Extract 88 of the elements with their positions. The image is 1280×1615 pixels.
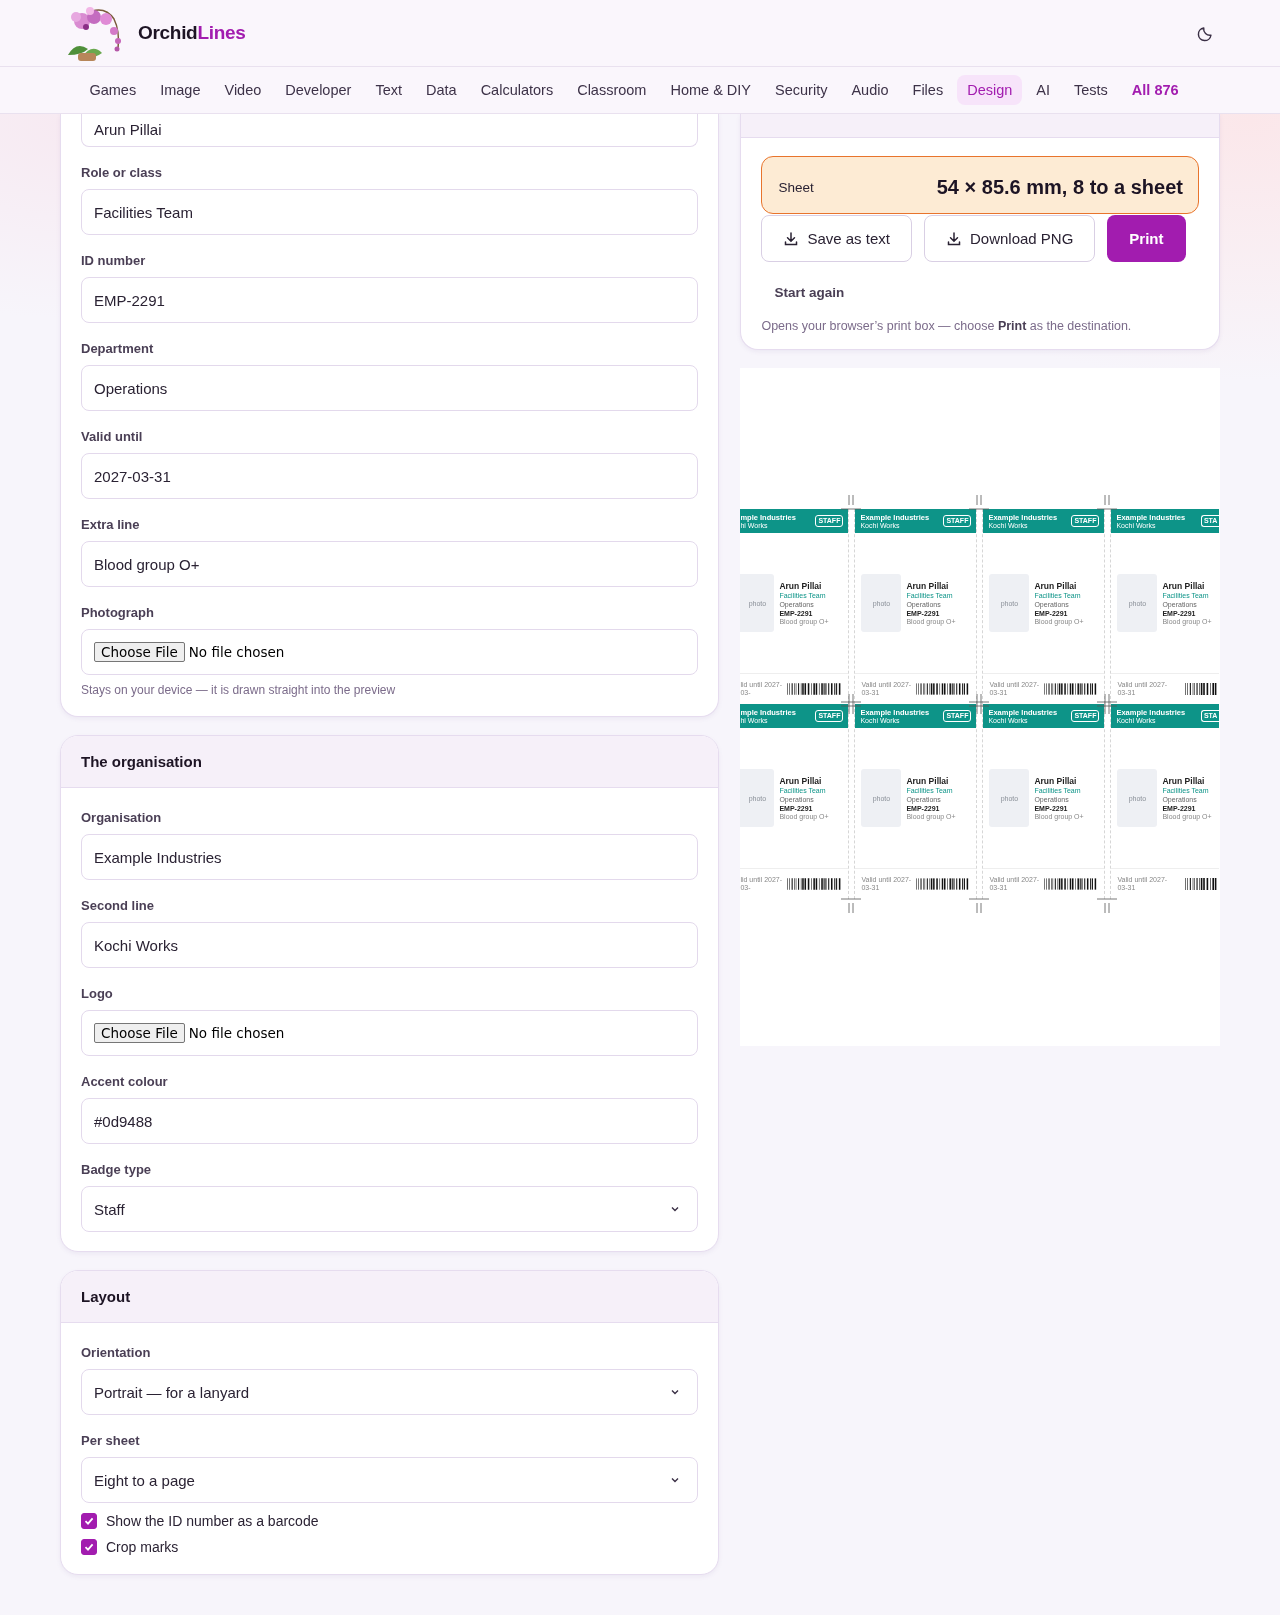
text-field[interactable]: EMP-2291 (81, 277, 699, 323)
badge-name: Arun Pillai (779, 581, 823, 591)
nav-link[interactable]: Security (765, 75, 838, 105)
text-field[interactable]: #0d9488 (81, 1098, 699, 1144)
barcode (1043, 878, 1099, 890)
checkbox[interactable] (81, 1513, 97, 1529)
crop-mark (1097, 694, 1118, 714)
check-icon (83, 1515, 95, 1527)
badge-name: Arun Pillai (906, 581, 950, 591)
badge-name: Arun Pillai (1162, 581, 1206, 591)
summary-label: Sheet (778, 179, 814, 195)
badge-name: Arun Pillai (906, 776, 950, 786)
crop-mark (1097, 495, 1118, 510)
file-status: No file chosen (188, 1025, 285, 1041)
field-label: Logo (81, 986, 114, 1002)
text-field[interactable]: Kochi Works (81, 922, 699, 968)
nav-link[interactable]: Classroom (567, 75, 657, 105)
crop-mark (841, 898, 862, 913)
barcode (786, 878, 843, 890)
nav-link[interactable]: Audio (841, 75, 899, 105)
badge-name: Arun Pillai (1034, 581, 1078, 591)
crop-mark (1097, 898, 1118, 913)
field-label: ID number (81, 253, 147, 269)
text-field[interactable]: Operations (81, 365, 699, 411)
crop-mark (969, 898, 990, 913)
check-icon (83, 1541, 95, 1553)
field-label: Photograph (81, 605, 155, 621)
field-label: Orientation (81, 1345, 152, 1361)
section-title: The organisation (81, 753, 202, 770)
barcode (1043, 683, 1099, 695)
field-label: Department (81, 341, 155, 357)
text-field[interactable]: 2027-03-31 (81, 453, 699, 499)
field-label: Valid until (81, 429, 144, 445)
moon-icon[interactable] (1197, 24, 1215, 42)
nav-link[interactable]: Image (150, 75, 211, 105)
crop-mark (969, 694, 990, 714)
summary-value: 54 × 85.6 mm, 8 to a sheet (936, 175, 1183, 199)
badge-name: Arun Pillai (1162, 776, 1206, 786)
crop-mark (841, 694, 862, 714)
nav-link[interactable]: Text (365, 75, 412, 105)
section-title: Layout (81, 1288, 131, 1305)
barcode (915, 683, 971, 695)
nav-link[interactable]: Home & DIY (660, 75, 762, 105)
field-label: Second line (81, 898, 155, 914)
select-field[interactable]: Staff (81, 1186, 699, 1232)
start-again-button[interactable]: Start again (761, 276, 858, 309)
field-label: Role or class (81, 165, 163, 181)
checkbox-label: Crop marks (106, 1539, 179, 1555)
download-icon (783, 230, 800, 247)
crop-mark (969, 495, 990, 510)
file-status: No file chosen (188, 644, 285, 660)
text-field[interactable]: Example Industries (81, 834, 699, 880)
text-field[interactable]: Facilities Team (81, 189, 699, 235)
print-note: Opens your browser’s print box — choose Print as the destination. (761, 319, 1133, 333)
choose-file-button[interactable]: Choose File (94, 642, 185, 662)
brand-name[interactable]: OrchidLines (138, 22, 246, 44)
text-field[interactable]: Arun Pillai (81, 113, 699, 147)
barcode (786, 683, 843, 695)
choose-file-button[interactable]: Choose File (94, 1023, 185, 1043)
field-label: Organisation (81, 810, 163, 826)
nav-link[interactable]: All 876 (1121, 75, 1189, 105)
nav-link[interactable]: Design (957, 75, 1023, 105)
nav-link[interactable]: Games (79, 75, 147, 105)
crop-mark (841, 495, 862, 510)
nav-link[interactable]: Files (902, 75, 954, 105)
checkbox-label: Show the ID number as a barcode (106, 1513, 319, 1529)
print-button[interactable]: Print (1107, 215, 1186, 262)
download-button[interactable]: Download PNG (923, 215, 1096, 262)
field-hint: Stays on your device — it is drawn straight into the preview (81, 683, 397, 697)
nav-link[interactable]: AI (1026, 75, 1060, 105)
text-field[interactable]: Blood group O+ (81, 541, 699, 587)
nav-link[interactable]: Video (214, 75, 272, 105)
download-icon (945, 230, 962, 247)
download-button[interactable]: Save as text (761, 215, 912, 262)
field-label: Badge type (81, 1162, 153, 1178)
nav-link[interactable]: Calculators (470, 75, 564, 105)
barcode (915, 878, 971, 890)
field-label: Accent colour (81, 1074, 169, 1090)
field-label: Extra line (81, 517, 141, 533)
checkbox[interactable] (81, 1539, 97, 1555)
badge-name: Arun Pillai (779, 776, 823, 786)
nav-link[interactable]: Data (416, 75, 467, 105)
badge-name: Arun Pillai (1034, 776, 1078, 786)
nav-link[interactable]: Tests (1064, 75, 1118, 105)
select-field[interactable]: Eight to a page (81, 1457, 699, 1503)
select-field[interactable]: Portrait — for a lanyard (81, 1369, 699, 1415)
nav-link[interactable]: Developer (275, 75, 362, 105)
field-label: Per sheet (81, 1433, 141, 1449)
